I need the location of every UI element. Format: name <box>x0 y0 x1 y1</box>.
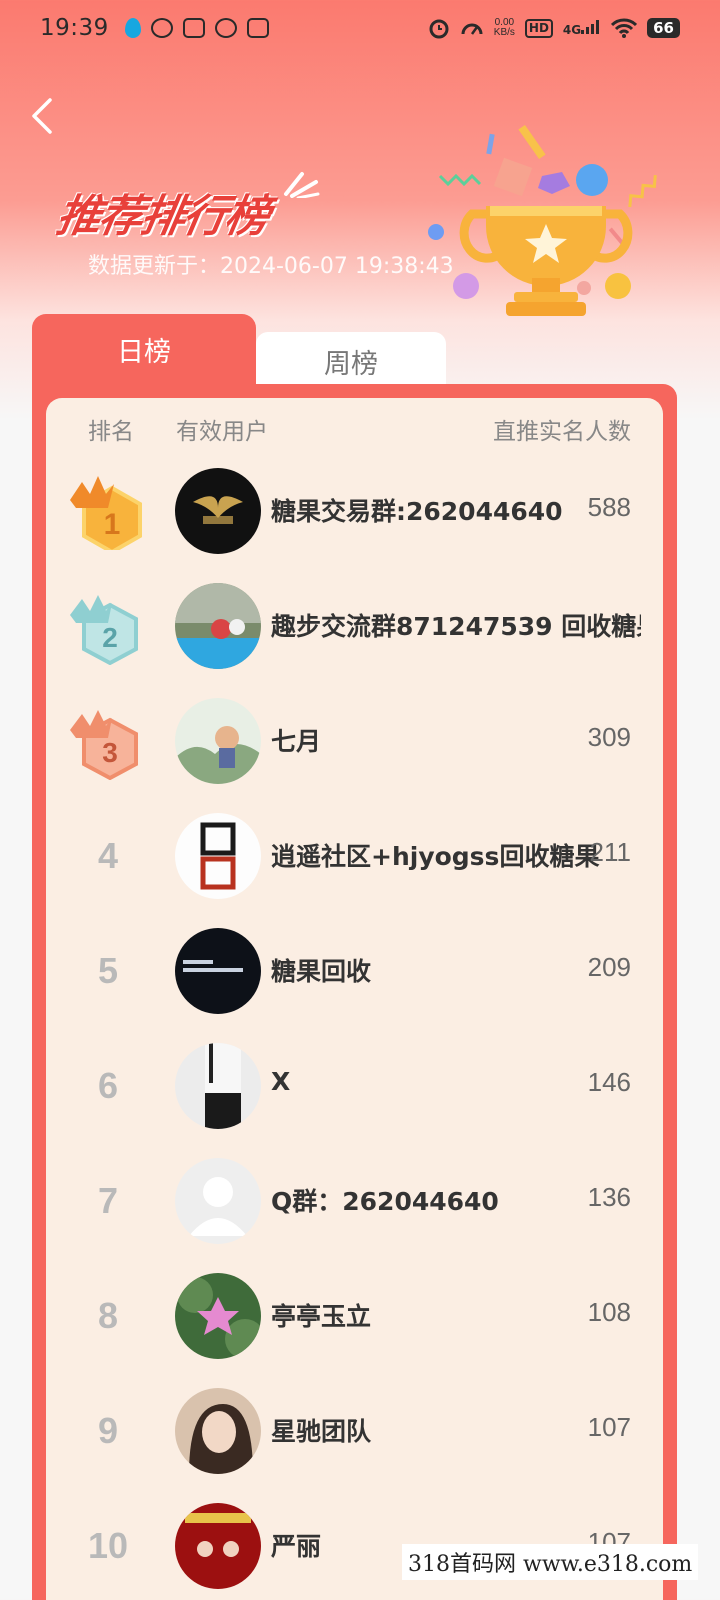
bronze-medal-icon: 3 <box>70 710 138 780</box>
avatar <box>175 468 261 554</box>
speedometer-icon <box>461 23 483 35</box>
calendar-icon <box>182 18 205 38</box>
trophy-icon <box>428 124 657 316</box>
wechat-icon <box>214 18 237 38</box>
table-row[interactable]: 3 七月 309 <box>46 686 663 801</box>
table-row[interactable]: 9 星驰团队 107 <box>46 1376 663 1491</box>
rank-number: 5 <box>97 950 119 991</box>
alarm-icon <box>429 19 449 39</box>
referral-count: 209 <box>587 952 631 982</box>
user-name: X <box>271 1067 291 1096</box>
user-name: 糖果回收 <box>271 957 372 986</box>
referral-count: 136 <box>587 1182 631 1212</box>
app-icon <box>150 18 173 38</box>
avatar <box>175 1388 261 1474</box>
svg-text:3: 3 <box>102 737 118 768</box>
qq-icon <box>124 18 141 38</box>
table-row[interactable]: 6 X 146 <box>46 1031 663 1146</box>
table-row[interactable]: 7 Q群：262044640 136 <box>46 1146 663 1261</box>
avatar <box>175 583 261 669</box>
column-count: 直推实名人数 <box>493 419 631 445</box>
tab-weekly[interactable]: 周榜 <box>256 332 446 388</box>
wifi-icon <box>611 18 638 38</box>
referral-count: 108 <box>587 1297 631 1327</box>
sparkle-icon <box>284 172 320 198</box>
back-button[interactable] <box>28 96 58 136</box>
status-time: 19:39 <box>40 15 109 41</box>
battery-icon: 66 <box>647 18 680 38</box>
user-name: 亭亭玉立 <box>271 1302 372 1331</box>
referral-count: 588 <box>587 492 631 522</box>
avatar <box>175 1273 261 1359</box>
avatar <box>175 1043 261 1129</box>
avatar <box>175 928 261 1014</box>
user-name: 星驰团队 <box>271 1417 372 1446</box>
column-rank: 排名 <box>88 419 134 445</box>
user-name: 趣步交流群871247539 回收糖果 <box>271 612 641 641</box>
gold-medal-icon: 1 <box>70 476 142 550</box>
avatar <box>175 698 261 784</box>
column-user: 有效用户 <box>176 419 268 445</box>
signal-icon: 4G <box>563 19 601 37</box>
rank-number: 8 <box>97 1295 119 1336</box>
table-row[interactable]: 4 逍遥社区+hjyogss回收糖果 211 <box>46 801 663 916</box>
referral-count: 211 <box>589 837 631 867</box>
status-bar: 19:39 0.00 KB/s HD 4G 66 <box>0 0 720 56</box>
net-speed: 0.00 KB/s <box>493 17 515 38</box>
table-header: 排名 有效用户 直推实名人数 <box>46 404 663 448</box>
user-name: Q群：262044640 <box>271 1187 499 1216</box>
rank-number: 10 <box>87 1525 129 1566</box>
table-row[interactable]: 8 亭亭玉立 108 <box>46 1261 663 1376</box>
rank-number: 9 <box>97 1410 119 1451</box>
table-row[interactable]: 2 趣步交流群871247539 回收糖果 <box>46 571 663 686</box>
table-row[interactable]: 5 糖果回收 209 <box>46 916 663 1031</box>
avatar <box>175 813 261 899</box>
play-icon <box>246 18 269 38</box>
user-name: 糖果交易群:262044640 <box>271 497 563 526</box>
referral-count: 146 <box>587 1067 631 1097</box>
rank-number: 7 <box>97 1180 119 1221</box>
rank-number: 6 <box>97 1065 119 1106</box>
avatar <box>175 1503 261 1589</box>
rank-number: 4 <box>97 835 119 876</box>
user-name: 逍遥社区+hjyogss回收糖果 <box>271 842 600 871</box>
user-name: 七月 <box>271 727 322 756</box>
page-title: 推荐排行榜 <box>52 191 272 242</box>
table-row[interactable]: 1 糖果交易群:262044640 588 <box>46 456 663 571</box>
referral-count: 309 <box>587 722 631 752</box>
default-avatar-icon <box>175 1158 261 1244</box>
svg-text:1: 1 <box>104 508 121 541</box>
watermark: 318首码网 www.e318.com <box>402 1544 699 1580</box>
referral-count: 107 <box>587 1412 631 1442</box>
svg-text:2: 2 <box>102 622 118 653</box>
hd-icon: HD <box>524 18 553 38</box>
update-time: 数据更新于：2024-06-07 19:38:43 <box>88 254 454 279</box>
silver-medal-icon: 2 <box>70 595 138 665</box>
